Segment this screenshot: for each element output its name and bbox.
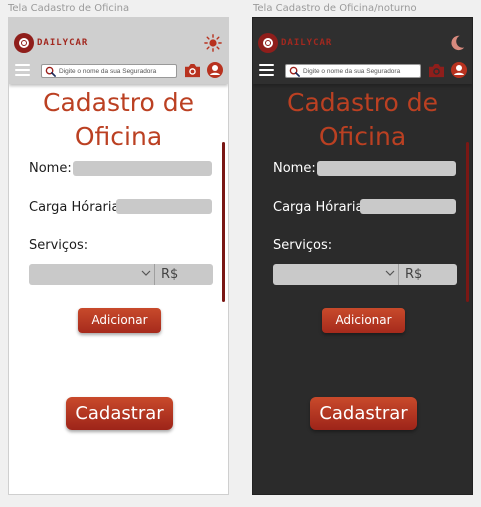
name-field[interactable] [73, 161, 212, 176]
search-input[interactable] [59, 67, 174, 75]
phone-dark: DAILYCAR Cadastro de Oficina Nome: Carga… [252, 17, 473, 495]
header: DAILYCAR [9, 18, 228, 84]
search-bar[interactable] [41, 64, 177, 78]
currency-symbol: R$ [405, 267, 423, 282]
frame-label-light: Tela Cadastro de Oficina [8, 3, 130, 14]
scrollbar[interactable] [466, 142, 469, 302]
menu-icon[interactable] [15, 64, 30, 76]
search-icon [45, 66, 56, 77]
name-label: Nome: [273, 161, 316, 176]
search-bar[interactable] [285, 64, 421, 78]
services-label: Serviços: [273, 238, 333, 253]
logo-text: DAILYCAR [281, 38, 333, 48]
hours-field[interactable] [116, 199, 212, 214]
moon-icon[interactable] [448, 34, 466, 52]
page-title: Cadastro de Oficina [42, 88, 194, 151]
scrollbar[interactable] [222, 142, 225, 302]
logo: DAILYCAR [258, 33, 332, 53]
search-icon [289, 66, 300, 77]
services-label: Serviços: [29, 238, 89, 253]
page-title: Cadastro de Oficina [286, 88, 438, 151]
add-button[interactable]: Adicionar [78, 308, 161, 333]
name-field[interactable] [317, 161, 456, 176]
hours-label: Carga Hóraria: [29, 200, 124, 215]
search-input[interactable] [303, 67, 418, 75]
logo-text: DAILYCAR [37, 38, 89, 48]
header: DAILYCAR [253, 18, 472, 84]
frame-label-dark: Tela Cadastro de Oficina/noturno [253, 3, 417, 14]
hours-label: Carga Hóraria: [273, 200, 368, 215]
services-select[interactable]: R$ [29, 264, 213, 285]
select-divider [154, 264, 155, 285]
logo: DAILYCAR [14, 33, 88, 53]
logo-wheel-icon [14, 33, 34, 53]
select-divider [398, 264, 399, 285]
camera-icon[interactable] [183, 63, 202, 78]
chevron-down-icon [141, 270, 151, 276]
submit-button[interactable]: Cadastrar [310, 397, 417, 430]
add-button[interactable]: Adicionar [322, 308, 405, 333]
submit-button[interactable]: Cadastrar [66, 397, 173, 430]
phone-light: DAILYCAR Ca [8, 17, 229, 495]
camera-icon[interactable] [427, 63, 446, 78]
currency-symbol: R$ [161, 267, 179, 282]
sun-icon[interactable] [204, 34, 222, 52]
logo-wheel-icon [258, 33, 278, 53]
chevron-down-icon [385, 270, 395, 276]
hours-field[interactable] [360, 199, 456, 214]
menu-icon[interactable] [259, 64, 274, 76]
name-label: Nome: [29, 161, 72, 176]
user-icon[interactable] [451, 62, 467, 78]
user-icon[interactable] [207, 62, 223, 78]
services-select[interactable]: R$ [273, 264, 457, 285]
